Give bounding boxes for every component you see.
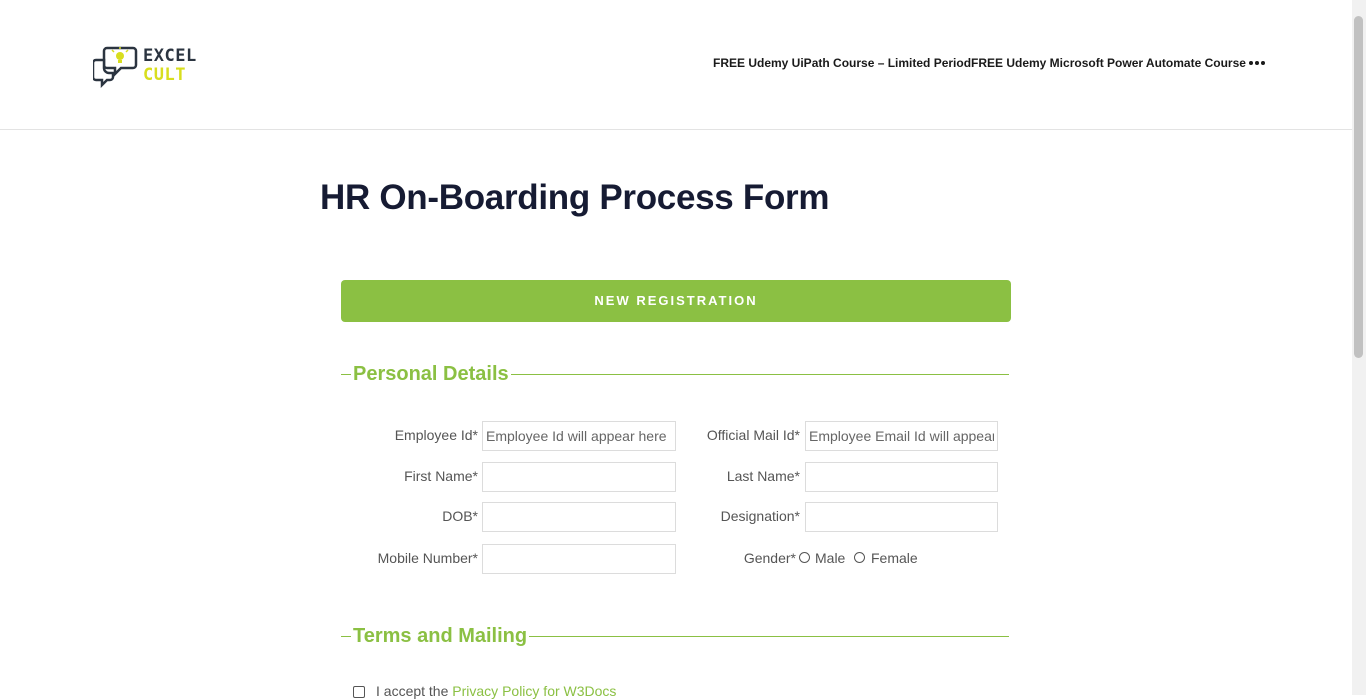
gender-male-radio[interactable] bbox=[799, 552, 810, 563]
terms-prefix: I accept the bbox=[376, 683, 453, 699]
site-header: EXCEL CULT FREE Udemy UiPath Course – Li… bbox=[0, 0, 1352, 130]
page-title: HR On-Boarding Process Form bbox=[320, 178, 830, 217]
official-mail-input[interactable] bbox=[805, 421, 998, 451]
employee-id-label: Employee Id* bbox=[394, 427, 478, 443]
terms-section: Terms and Mailing bbox=[341, 624, 1009, 648]
last-name-label: Last Name* bbox=[726, 468, 800, 484]
nav-link-uipath-course[interactable]: FREE Udemy UiPath Course – Limited Perio… bbox=[713, 56, 971, 70]
official-mail-label: Official Mail Id* bbox=[706, 427, 800, 443]
designation-input[interactable] bbox=[805, 502, 998, 532]
last-name-input[interactable] bbox=[805, 462, 998, 492]
logo-text-cult: CULT bbox=[143, 65, 186, 85]
terms-text: I accept the Privacy Policy for W3Docs bbox=[376, 683, 616, 699]
privacy-policy-link[interactable]: Privacy Policy for W3Docs bbox=[452, 683, 616, 699]
accept-terms-checkbox[interactable] bbox=[353, 686, 365, 698]
mobile-number-label: Mobile Number* bbox=[377, 550, 478, 566]
personal-details-section: Personal Details bbox=[341, 362, 1009, 386]
logo-text-excel: EXCEL bbox=[143, 46, 197, 66]
excel-cult-logo[interactable]: EXCEL CULT bbox=[93, 44, 213, 88]
gender-male-label[interactable]: Male bbox=[815, 543, 845, 573]
gender-female-label[interactable]: Female bbox=[871, 543, 918, 573]
dob-input[interactable] bbox=[482, 502, 676, 532]
dob-label: DOB* bbox=[442, 508, 478, 524]
employee-id-input[interactable] bbox=[482, 421, 676, 451]
gender-female-radio[interactable] bbox=[854, 552, 865, 563]
first-name-label: First Name* bbox=[404, 468, 478, 484]
mobile-number-input[interactable] bbox=[482, 544, 676, 574]
chat-bulb-icon bbox=[93, 46, 138, 88]
ellipsis-icon[interactable] bbox=[1248, 61, 1266, 67]
section-title: Terms and Mailing bbox=[351, 624, 530, 648]
section-title: Personal Details bbox=[351, 362, 511, 386]
scrollbar-thumb[interactable] bbox=[1354, 16, 1363, 358]
new-registration-button[interactable]: NEW REGISTRATION bbox=[341, 280, 1011, 322]
nav-link-power-automate-course[interactable]: FREE Udemy Microsoft Power Automate Cour… bbox=[971, 56, 1246, 70]
gender-label: Gender* bbox=[743, 550, 796, 566]
first-name-input[interactable] bbox=[482, 462, 676, 492]
designation-label: Designation* bbox=[720, 508, 800, 524]
